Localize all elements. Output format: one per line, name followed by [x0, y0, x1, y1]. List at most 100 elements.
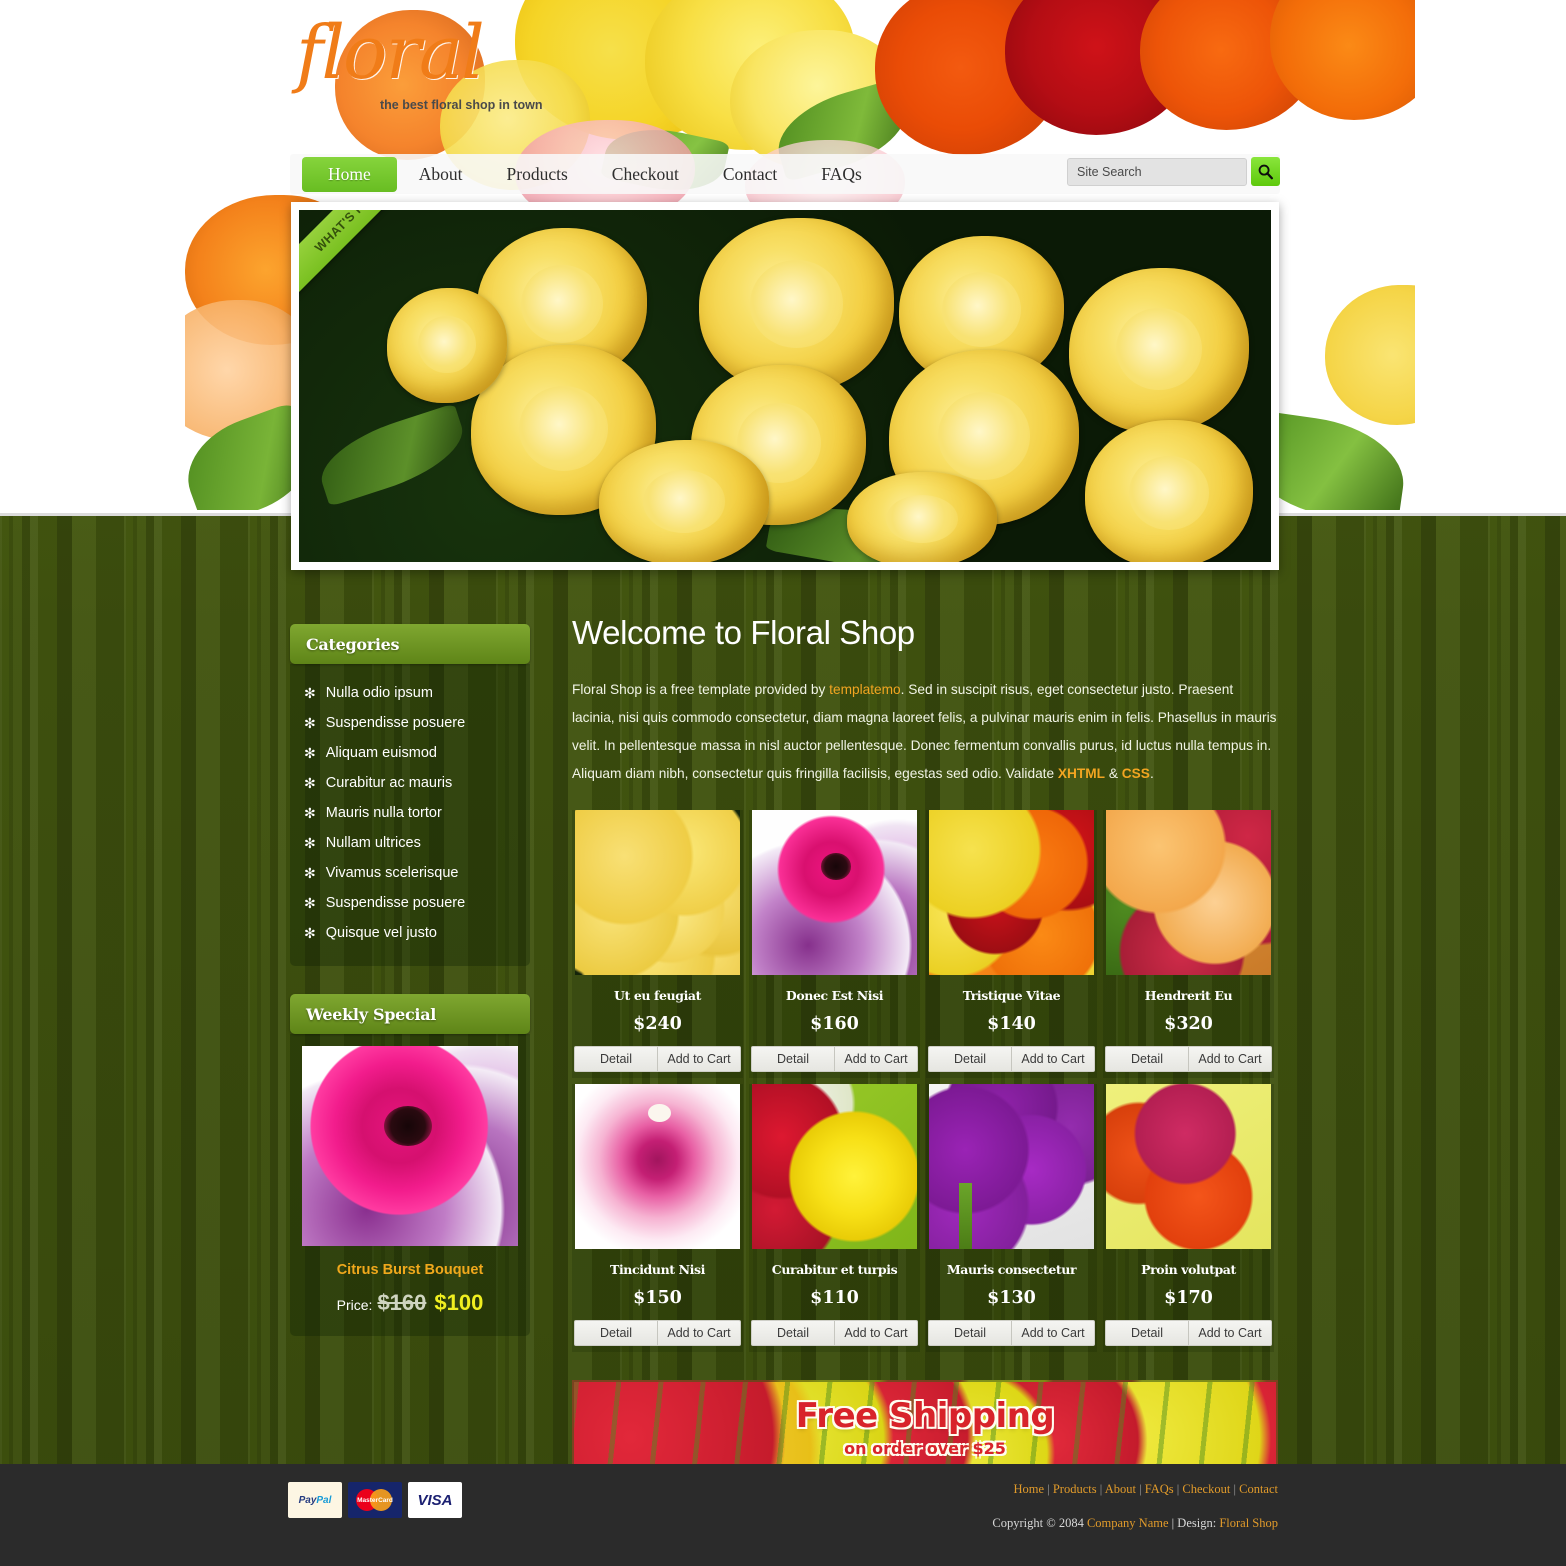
nav-item-contact[interactable]: Contact: [701, 158, 799, 191]
product-actions: Detail Add to Cart: [574, 1046, 741, 1073]
product-card: Mauris consectetur $130 Detail Add to Ca…: [926, 1084, 1097, 1353]
weekly-special-title: Weekly Special: [306, 1004, 437, 1024]
copyright-text: Copyright © 2084: [992, 1516, 1087, 1530]
add-to-cart-button[interactable]: Add to Cart: [1011, 1321, 1094, 1346]
footer-link-home[interactable]: Home: [1014, 1482, 1045, 1496]
weekly-special-image[interactable]: [302, 1046, 518, 1246]
nav-item-faqs[interactable]: FAQs: [799, 158, 884, 191]
product-price: $140: [987, 1014, 1036, 1035]
templatemo-link[interactable]: templatemo: [829, 682, 901, 697]
sidebar-item-category[interactable]: ✻ Aliquam euismod: [290, 738, 530, 768]
design-credit-link[interactable]: Floral Shop: [1219, 1516, 1278, 1530]
weekly-special-header: Weekly Special: [290, 994, 530, 1034]
detail-button[interactable]: Detail: [929, 1321, 1011, 1345]
main-column: Welcome to Floral Shop Floral Shop is a …: [572, 614, 1278, 1477]
visa-icon: VISA: [408, 1482, 462, 1518]
xhtml-link[interactable]: XHTML: [1058, 766, 1105, 781]
product-image[interactable]: [752, 1084, 917, 1250]
product-name: Tincidunt Nisi: [610, 1262, 705, 1278]
sidebar-item-category[interactable]: ✻ Suspendisse posuere: [290, 708, 530, 738]
sidebar-item-category[interactable]: ✻ Suspendisse posuere: [290, 888, 530, 918]
product-image[interactable]: [575, 810, 740, 976]
flower-bullet-icon: ✻: [304, 775, 316, 791]
nav-item-about[interactable]: About: [397, 158, 485, 191]
search-input[interactable]: [1067, 157, 1247, 186]
old-price: $160: [377, 1290, 427, 1315]
sidebar-item-category[interactable]: ✻ Vivamus scelerisque: [290, 858, 530, 888]
sidebar-item-category[interactable]: ✻ Quisque vel justo: [290, 918, 530, 948]
product-name: Hendrerit Eu: [1144, 988, 1233, 1004]
nav-item-home[interactable]: Home: [302, 156, 397, 192]
logo-wordmark: floral: [296, 10, 485, 96]
sidebar: Categories ✻ Nulla odio ipsum ✻ Suspendi…: [290, 624, 530, 1364]
add-to-cart-button[interactable]: Add to Cart: [657, 1047, 740, 1072]
product-name: Donec Est Nisi: [785, 988, 884, 1004]
product-price: $160: [810, 1014, 859, 1035]
search-button[interactable]: [1251, 157, 1280, 186]
weekly-special-product-name: Citrus Burst Bouquet: [336, 1262, 484, 1278]
footer-link-checkout[interactable]: Checkout: [1182, 1482, 1230, 1496]
detail-button[interactable]: Detail: [575, 1047, 657, 1071]
sidebar-item-category[interactable]: ✻ Mauris nulla tortor: [290, 798, 530, 828]
product-image[interactable]: [929, 810, 1094, 976]
decorative-flower: [1325, 285, 1415, 425]
categories-panel: Categories ✻ Nulla odio ipsum ✻ Suspendi…: [290, 624, 530, 966]
company-name-link[interactable]: Company Name: [1087, 1516, 1169, 1530]
product-image[interactable]: [752, 810, 917, 976]
product-card: Donec Est Nisi $160 Detail Add to Cart: [749, 810, 920, 1079]
product-image[interactable]: [575, 1084, 740, 1250]
category-label: Mauris nulla tortor: [325, 805, 442, 821]
footer-link-faqs[interactable]: FAQs: [1145, 1482, 1174, 1496]
rose-bloom: [599, 440, 769, 562]
whats-hot-label: WHAT'S HOT!: [312, 210, 384, 255]
nav-item-checkout[interactable]: Checkout: [590, 158, 701, 191]
product-price: $240: [633, 1014, 682, 1035]
detail-button[interactable]: Detail: [1106, 1047, 1188, 1071]
add-to-cart-button[interactable]: Add to Cart: [1188, 1321, 1271, 1346]
add-to-cart-button[interactable]: Add to Cart: [657, 1321, 740, 1346]
footer-link-about[interactable]: About: [1105, 1482, 1136, 1496]
categories-list: ✻ Nulla odio ipsum ✻ Suspendisse posuere…: [290, 664, 530, 966]
product-image[interactable]: [1106, 810, 1271, 976]
product-actions: Detail Add to Cart: [1105, 1046, 1272, 1073]
detail-button[interactable]: Detail: [1106, 1321, 1188, 1345]
sidebar-item-category[interactable]: ✻ Curabitur ac mauris: [290, 768, 530, 798]
copyright-line: Copyright © 2084 Company Name | Design: …: [992, 1516, 1278, 1531]
detail-button[interactable]: Detail: [752, 1321, 834, 1345]
product-card: Proin volutpat $170 Detail Add to Cart: [1103, 1084, 1274, 1353]
flower-bullet-icon: ✻: [304, 805, 316, 821]
add-to-cart-button[interactable]: Add to Cart: [1011, 1047, 1094, 1072]
footer-link-products[interactable]: Products: [1053, 1482, 1097, 1496]
product-image[interactable]: [929, 1084, 1094, 1250]
detail-button[interactable]: Detail: [929, 1047, 1011, 1071]
nav-link-list: Home About Products Checkout Contact FAQ…: [290, 154, 884, 194]
product-card: Hendrerit Eu $320 Detail Add to Cart: [1103, 810, 1274, 1079]
flower-bullet-icon: ✻: [304, 865, 316, 881]
hero-slider[interactable]: WHAT'S HOT!: [291, 202, 1279, 570]
nav-item-products[interactable]: Products: [485, 158, 590, 191]
footer-link-contact[interactable]: Contact: [1239, 1482, 1278, 1496]
detail-button[interactable]: Detail: [575, 1321, 657, 1345]
payment-methods: Pay Pal MasterCard VISA: [288, 1482, 462, 1518]
banner-title: Free Shipping: [795, 1396, 1055, 1437]
add-to-cart-button[interactable]: Add to Cart: [1188, 1047, 1271, 1072]
css-link[interactable]: CSS: [1122, 766, 1150, 781]
product-actions: Detail Add to Cart: [751, 1320, 918, 1347]
detail-button[interactable]: Detail: [752, 1047, 834, 1071]
flower-bullet-icon: ✻: [304, 925, 316, 941]
add-to-cart-button[interactable]: Add to Cart: [834, 1321, 917, 1346]
product-price: $150: [633, 1288, 682, 1309]
product-name: Mauris consectetur: [946, 1262, 1077, 1278]
sidebar-item-category[interactable]: ✻ Nulla odio ipsum: [290, 678, 530, 708]
category-label: Suspendisse posuere: [325, 895, 466, 911]
whats-hot-ribbon: WHAT'S HOT!: [299, 210, 428, 299]
sidebar-item-category[interactable]: ✻ Nullam ultrices: [290, 828, 530, 858]
site-logo[interactable]: floral the best floral shop in town: [296, 16, 546, 126]
add-to-cart-button[interactable]: Add to Cart: [834, 1047, 917, 1072]
product-image[interactable]: [1106, 1084, 1271, 1250]
product-grid: Ut eu feugiat $240 Detail Add to Cart Do…: [572, 810, 1278, 1353]
price-label: Price:: [336, 1297, 373, 1313]
weekly-special-price: Price: $160 $100: [302, 1290, 518, 1316]
product-name: Ut eu feugiat: [614, 988, 701, 1004]
free-shipping-banner[interactable]: Free Shipping on order over $25: [572, 1380, 1278, 1477]
